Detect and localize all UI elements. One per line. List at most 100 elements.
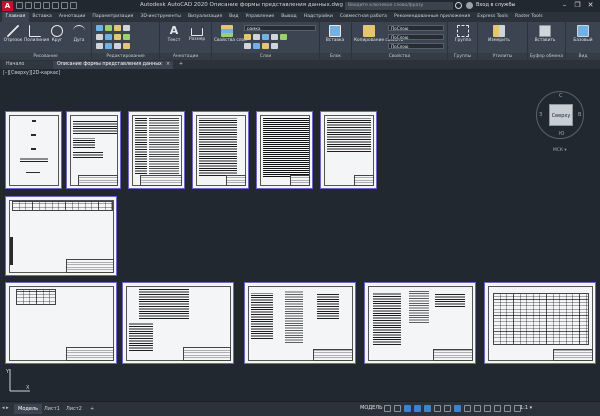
drawing-sheet[interactable] bbox=[484, 282, 596, 364]
scale-icon[interactable] bbox=[105, 43, 112, 49]
restore-button[interactable]: ❐ bbox=[573, 1, 582, 10]
ribbon-tab-express-tools[interactable]: Express Tools bbox=[474, 12, 512, 22]
mirror-icon[interactable] bbox=[105, 34, 112, 40]
drawing-sheet[interactable] bbox=[5, 111, 62, 189]
lineweight-icon[interactable] bbox=[444, 405, 451, 412]
ortho-icon[interactable] bbox=[404, 405, 411, 412]
viewcube[interactable]: С Ю З В Сверху bbox=[536, 91, 584, 139]
signin-link[interactable]: Вход в службы bbox=[476, 2, 515, 8]
viewcube-east[interactable]: В bbox=[578, 112, 581, 118]
undo-icon[interactable] bbox=[61, 2, 68, 9]
annotation-scale[interactable]: 1:1 ▾ bbox=[520, 405, 532, 411]
selection-cycling-icon[interactable] bbox=[454, 405, 461, 412]
array-icon[interactable] bbox=[114, 43, 121, 49]
drawing-sheet[interactable] bbox=[66, 111, 121, 189]
auto-scale-icon[interactable] bbox=[474, 405, 481, 412]
drawing-sheet[interactable] bbox=[5, 282, 117, 364]
layer-isolate-icon[interactable] bbox=[271, 34, 278, 40]
viewport-controls[interactable]: [–][Сверху][2D-каркас] bbox=[3, 71, 60, 76]
tab-layout1[interactable]: Лист1 bbox=[40, 404, 64, 414]
copy-icon[interactable] bbox=[96, 34, 103, 40]
measure-tool[interactable]: Измерить bbox=[484, 24, 514, 50]
new-tab-button[interactable]: + bbox=[175, 61, 185, 69]
fillet-icon[interactable] bbox=[114, 34, 121, 40]
new-file-icon[interactable] bbox=[16, 2, 23, 9]
circle-tool[interactable]: Круг bbox=[46, 24, 68, 50]
ribbon-tab-annotate[interactable]: Аннотации bbox=[55, 12, 89, 22]
ribbon-tab-featured-apps[interactable]: Рекомендованные приложения bbox=[391, 12, 474, 22]
paste-tool[interactable]: Вставить bbox=[532, 24, 558, 50]
group-tool[interactable]: Группа bbox=[452, 24, 474, 50]
text-tool[interactable]: A Текст bbox=[163, 24, 185, 50]
ribbon-tab-raster-tools[interactable]: Raster Tools bbox=[512, 12, 547, 22]
layer-walk-icon[interactable] bbox=[253, 43, 260, 49]
workspace-gear-icon[interactable] bbox=[494, 405, 501, 412]
polyline-tool[interactable]: Полилиния bbox=[24, 24, 49, 50]
polar-icon[interactable] bbox=[414, 405, 421, 412]
search-icon[interactable] bbox=[455, 2, 462, 9]
ribbon-tab-collaborate[interactable]: Совместная работа bbox=[336, 12, 390, 22]
trim-icon[interactable] bbox=[114, 25, 121, 31]
layer-off-icon[interactable] bbox=[262, 43, 269, 49]
ribbon-tab-addins[interactable]: Надстройки bbox=[300, 12, 336, 22]
save-as-icon[interactable] bbox=[43, 2, 50, 9]
ribbon-tab-output[interactable]: Вывод bbox=[278, 12, 300, 22]
drawing-sheet[interactable] bbox=[364, 282, 476, 364]
plot-icon[interactable] bbox=[52, 2, 59, 9]
rotate-icon[interactable] bbox=[105, 25, 112, 31]
layer-properties-tool[interactable]: Свойства слоя bbox=[214, 24, 247, 50]
ribbon-tab-3d-tools[interactable]: 3D-инструменты bbox=[137, 12, 185, 22]
offset-icon[interactable] bbox=[123, 43, 130, 49]
explode-icon[interactable] bbox=[123, 34, 130, 40]
drawing-viewport[interactable]: [–][Сверху][2D-каркас] С Ю З В Сверху МС… bbox=[0, 69, 600, 401]
tab-document[interactable]: Описание формы представления данных × bbox=[53, 61, 173, 69]
ribbon-tab-visualize[interactable]: Визуализация bbox=[184, 12, 225, 22]
erase-icon[interactable] bbox=[123, 25, 130, 31]
layer-unlock-icon[interactable] bbox=[271, 43, 278, 49]
layer-previous-icon[interactable] bbox=[244, 43, 251, 49]
close-tab-icon[interactable]: × bbox=[166, 61, 170, 69]
search-input[interactable]: Введите ключевое слово/фразу bbox=[345, 2, 453, 10]
annotation-visibility-icon[interactable] bbox=[464, 405, 471, 412]
viewcube-top-face[interactable]: Сверху bbox=[549, 104, 573, 126]
viewcube-south[interactable]: Ю bbox=[559, 131, 564, 137]
line-tool[interactable]: Отрезок bbox=[2, 24, 24, 50]
layer-lock-icon[interactable] bbox=[262, 34, 269, 40]
layer-combo[interactable]: рамка bbox=[244, 25, 316, 31]
drawing-sheet[interactable] bbox=[5, 196, 117, 276]
redo-icon[interactable] bbox=[70, 2, 77, 9]
dimension-tool[interactable]: Размер bbox=[186, 24, 208, 50]
model-space-toggle[interactable]: МОДЕЛЬ bbox=[360, 405, 383, 411]
layer-match-icon[interactable] bbox=[280, 34, 287, 40]
move-icon[interactable] bbox=[96, 25, 103, 31]
viewcube-west[interactable]: З bbox=[539, 112, 542, 118]
user-icon[interactable] bbox=[466, 2, 473, 9]
lineweight-combo[interactable]: ПоСлою bbox=[388, 34, 444, 40]
stretch-icon[interactable] bbox=[96, 43, 103, 49]
arc-tool[interactable]: Дуга bbox=[68, 24, 90, 50]
layer-on-icon[interactable] bbox=[244, 34, 251, 40]
drawing-sheet[interactable] bbox=[320, 111, 377, 189]
tab-model[interactable]: Модель bbox=[14, 404, 43, 414]
minimize-button[interactable]: – bbox=[560, 1, 569, 10]
layout-tab-scroll-arrows[interactable]: ◂ ▸ bbox=[2, 405, 9, 411]
units-icon[interactable] bbox=[504, 405, 511, 412]
match-properties-tool[interactable]: Копирование свойств bbox=[354, 24, 403, 50]
add-layout-button[interactable]: + bbox=[86, 404, 98, 414]
ribbon-tab-insert[interactable]: Вставка bbox=[29, 12, 55, 22]
open-file-icon[interactable] bbox=[25, 2, 32, 9]
ribbon-tab-manage[interactable]: Управление bbox=[242, 12, 278, 22]
ribbon-tab-view[interactable]: Вид bbox=[226, 12, 242, 22]
drawing-sheet[interactable] bbox=[256, 111, 313, 189]
color-combo[interactable]: ПоСлою bbox=[388, 25, 444, 31]
close-button[interactable]: ✕ bbox=[586, 1, 595, 10]
drawing-sheet[interactable] bbox=[122, 282, 234, 364]
annotation-scale-icon[interactable] bbox=[484, 405, 491, 412]
base-view-tool[interactable]: Базовый bbox=[570, 24, 596, 50]
grid-icon[interactable] bbox=[384, 405, 391, 412]
app-menu-button[interactable]: A bbox=[2, 1, 13, 11]
otrack-icon[interactable] bbox=[434, 405, 441, 412]
viewcube-north[interactable]: С bbox=[559, 93, 563, 99]
tab-layout2[interactable]: Лист2 bbox=[62, 404, 86, 414]
drawing-sheet[interactable] bbox=[244, 282, 356, 364]
